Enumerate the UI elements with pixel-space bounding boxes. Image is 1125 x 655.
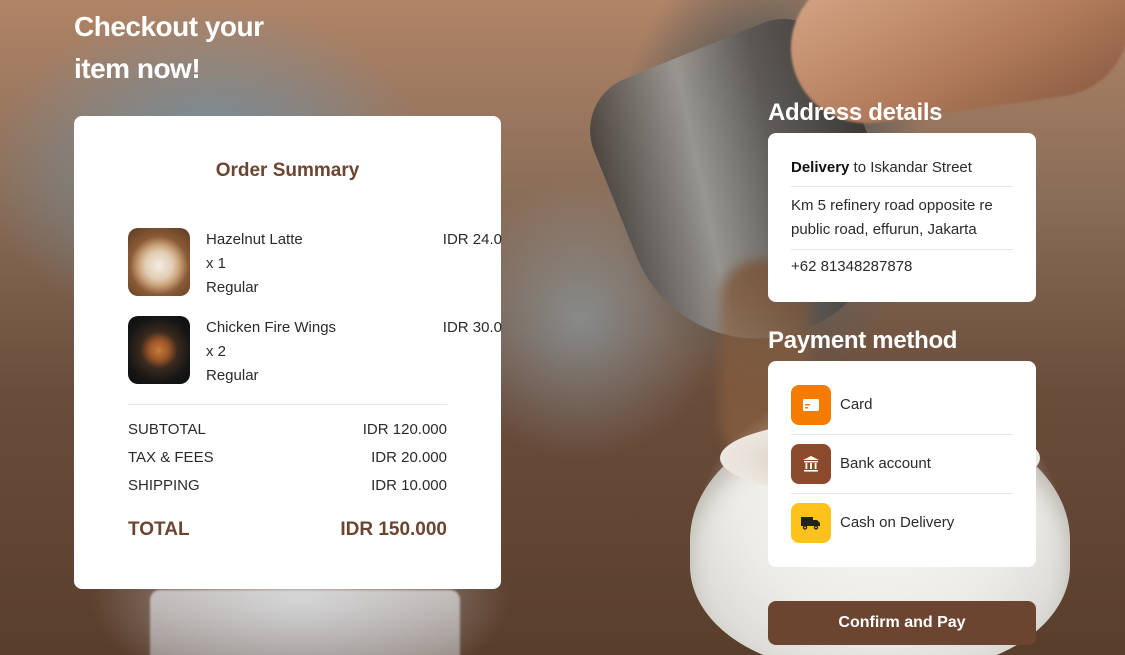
item-qty: x 1 bbox=[206, 255, 227, 272]
phone-number: +62 81348287878 bbox=[791, 258, 913, 275]
delivery-destination: to Iskandar Street bbox=[849, 159, 972, 176]
item-variant: Regular bbox=[206, 279, 259, 296]
bank-icon bbox=[791, 444, 831, 484]
headline-line-2: item now! bbox=[74, 53, 201, 84]
street-line-1: Km 5 refinery road opposite re bbox=[791, 197, 993, 214]
order-item-info: Hazelnut Latte x 1 Regular bbox=[206, 228, 303, 300]
payment-divider bbox=[791, 493, 1013, 494]
order-summary-card: Order Summary Hazelnut Latte x 1 Regular… bbox=[74, 116, 502, 589]
order-item: Chicken Fire Wings x 2 Regular IDR 30.0 bbox=[128, 316, 502, 388]
item-name: Chicken Fire Wings bbox=[206, 319, 337, 336]
tax-value: IDR 20.000 bbox=[371, 449, 447, 466]
delivery-truck-icon bbox=[791, 503, 831, 543]
order-item: Hazelnut Latte x 1 Regular IDR 24.0 bbox=[128, 228, 502, 300]
payment-section-title: Payment method bbox=[768, 327, 958, 354]
hazelnut-latte-photo bbox=[128, 228, 190, 296]
item-price: IDR 24.0 bbox=[442, 231, 502, 248]
shipping-value: IDR 10.000 bbox=[371, 477, 447, 494]
subtotal-value: IDR 120.000 bbox=[362, 421, 447, 438]
address-divider bbox=[791, 249, 1013, 250]
card-icon bbox=[791, 385, 831, 425]
page-headline: Checkout your item now! bbox=[74, 6, 334, 90]
item-price: IDR 30.0 bbox=[442, 319, 502, 336]
item-qty: x 2 bbox=[206, 343, 227, 360]
payment-option-label: Bank account bbox=[840, 455, 931, 472]
payment-option-label: Card bbox=[840, 396, 873, 413]
total-row: TOTAL IDR 150.000 bbox=[128, 516, 447, 544]
shipping-label: SHIPPING bbox=[128, 477, 200, 494]
payment-option-label: Cash on Delivery bbox=[840, 514, 955, 531]
tax-row: TAX & FEES IDR 20.000 bbox=[128, 446, 447, 470]
payment-option-card[interactable]: Card bbox=[791, 385, 1013, 427]
delivery-line: Delivery to Iskandar Street bbox=[791, 156, 1013, 180]
glass-shape bbox=[150, 590, 460, 655]
headline-line-1: Checkout your bbox=[74, 11, 264, 42]
payment-option-cod[interactable]: Cash on Delivery bbox=[791, 503, 1013, 545]
total-label: TOTAL bbox=[128, 519, 190, 540]
subtotal-row: SUBTOTAL IDR 120.000 bbox=[128, 418, 447, 442]
payment-option-bank[interactable]: Bank account bbox=[791, 444, 1013, 486]
street-address: Km 5 refinery road opposite re public ro… bbox=[791, 194, 1013, 242]
shipping-row: SHIPPING IDR 10.000 bbox=[128, 474, 447, 498]
order-summary-title: Order Summary bbox=[215, 160, 360, 181]
address-card: Delivery to Iskandar Street Km 5 refiner… bbox=[768, 133, 1036, 302]
item-name: Hazelnut Latte bbox=[206, 231, 303, 248]
chicken-fire-wings-photo bbox=[128, 316, 190, 384]
order-item-info: Chicken Fire Wings x 2 Regular bbox=[206, 316, 336, 388]
tax-label: TAX & FEES bbox=[128, 449, 214, 466]
address-section-title: Address details bbox=[768, 99, 943, 126]
delivery-label: Delivery bbox=[791, 159, 850, 176]
total-value: IDR 150.000 bbox=[340, 519, 447, 540]
payment-divider bbox=[791, 434, 1013, 435]
payment-method-card: Card Bank account Cash on Delivery bbox=[768, 361, 1036, 567]
subtotal-label: SUBTOTAL bbox=[128, 421, 206, 438]
item-variant: Regular bbox=[206, 367, 259, 384]
address-divider bbox=[791, 186, 1013, 187]
summary-divider bbox=[128, 404, 447, 405]
confirm-and-pay-button[interactable]: Confirm and Pay bbox=[768, 601, 1036, 645]
street-line-2: public road, effurun, Jakarta bbox=[791, 221, 977, 238]
